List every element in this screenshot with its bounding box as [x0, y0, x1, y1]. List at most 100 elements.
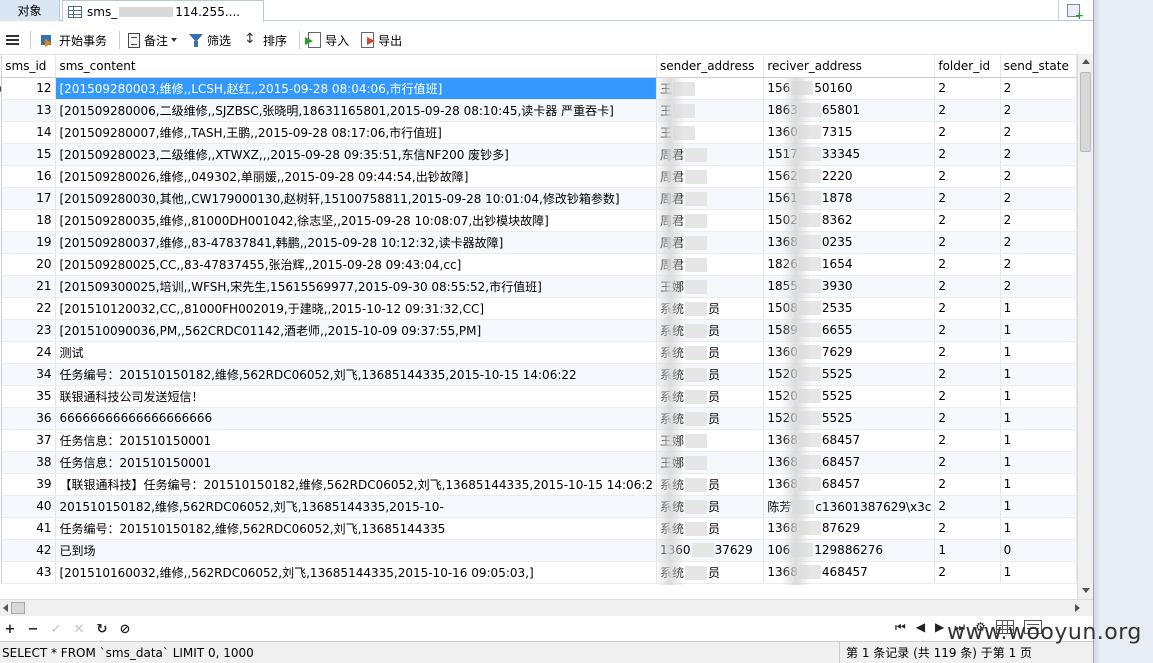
cell-send-state[interactable]: 2 — [1000, 253, 1077, 276]
cell-send-state[interactable]: 2 — [1000, 121, 1077, 144]
cell-sender-address[interactable]: 周君 — [656, 253, 765, 276]
column-header[interactable]: sms_content — [55, 55, 658, 78]
table-row[interactable]: 43 [201510160032,维修,,562RDC06052,刘飞,13685… — [0, 561, 1077, 584]
cell-sms-content[interactable]: [201509280025,CC,,83-47837455,张治辉,,2015-… — [55, 253, 658, 276]
cell-folder-id[interactable]: 2 — [934, 253, 1001, 276]
table-row[interactable]: 36 66666666666666666666 系统 员 1520 5525 2 1 — [0, 407, 1077, 430]
horizontal-scrollbar[interactable] — [0, 599, 1093, 616]
cell-send-state[interactable]: 2 — [1000, 231, 1077, 254]
row-indicator[interactable] — [0, 143, 3, 166]
cell-reciver-address[interactable]: 1360 7629 — [763, 341, 936, 364]
cell-sms-id[interactable]: 42 — [1, 539, 57, 562]
row-indicator[interactable] — [0, 385, 3, 408]
column-header[interactable]: folder_id — [934, 55, 1001, 78]
table-row[interactable]: 42 已到场 1360 37629 106 129886276 1 0 — [0, 539, 1077, 562]
table-row[interactable]: 20 [201509280025,CC,,83-47837455,张治辉,,201… — [0, 253, 1077, 276]
apply-changes-icon[interactable]: ✓ — [49, 623, 63, 636]
cell-sms-id[interactable]: 17 — [1, 187, 57, 210]
cell-folder-id[interactable]: 2 — [934, 495, 1001, 518]
cell-reciver-address[interactable]: 1589 6655 — [763, 319, 936, 342]
cell-reciver-address[interactable]: 1826 1654 — [763, 253, 936, 276]
cell-send-state[interactable]: 1 — [1000, 341, 1077, 364]
cell-sms-content[interactable]: 任务编号：201510150182,维修,562RDC06052,刘飞,1368… — [55, 363, 658, 386]
cell-sender-address[interactable]: 王 — [656, 99, 765, 122]
cell-folder-id[interactable]: 2 — [934, 517, 1001, 540]
cell-sender-address[interactable]: 系统 员 — [656, 297, 765, 320]
table-row[interactable]: 34 任务编号：201510150182,维修,562RDC06052,刘飞,13… — [0, 363, 1077, 386]
cell-folder-id[interactable]: 2 — [934, 209, 1001, 232]
row-indicator[interactable] — [0, 495, 3, 518]
cell-send-state[interactable]: 1 — [1000, 363, 1077, 386]
cell-reciver-address[interactable]: 1855 3930 — [763, 275, 936, 298]
row-indicator[interactable] — [0, 297, 3, 320]
cell-sms-content[interactable]: [201510090036,PM,,562CRDC01142,酒老师,,2015… — [55, 319, 658, 342]
cell-sms-id[interactable]: 23 — [1, 319, 57, 342]
cell-sms-content[interactable]: 任务信息：201510150001 — [55, 451, 658, 474]
cell-reciver-address[interactable]: 1502 8362 — [763, 209, 936, 232]
row-indicator[interactable] — [0, 517, 3, 540]
cell-sms-content[interactable]: [201509300025,培训,,WFSH,宋先生,15615569977,2… — [55, 275, 658, 298]
cell-send-state[interactable]: 1 — [1000, 319, 1077, 342]
vertical-scrollbar[interactable] — [1077, 54, 1093, 599]
cell-sms-id[interactable]: 22 — [1, 297, 57, 320]
table-row[interactable]: 22 [201510120032,CC,,81000FH002019,于建晓,,2… — [0, 297, 1077, 320]
cell-sms-id[interactable]: 37 — [1, 429, 57, 452]
cell-sms-id[interactable]: 35 — [1, 385, 57, 408]
cell-folder-id[interactable]: 2 — [934, 341, 1001, 364]
cell-send-state[interactable]: 2 — [1000, 77, 1077, 100]
table-row[interactable]: 15 [201509280023,二级维修,,XTWXZ,,,2015-09-28… — [0, 143, 1077, 166]
menu-icon[interactable] — [0, 35, 26, 45]
cell-send-state[interactable]: 2 — [1000, 165, 1077, 188]
cell-send-state[interactable]: 1 — [1000, 473, 1077, 496]
cell-folder-id[interactable]: 2 — [934, 451, 1001, 474]
new-tab-button[interactable] — [1058, 0, 1088, 22]
row-indicator[interactable] — [0, 451, 3, 474]
cell-sender-address[interactable]: 系统 员 — [656, 319, 765, 342]
filter-button[interactable]: 筛选 — [185, 29, 235, 51]
table-row[interactable]: 24 测试 系统 员 1360 7629 2 1 — [0, 341, 1077, 364]
table-row[interactable]: 21 [201509300025,培训,,WFSH,宋先生,15615569977… — [0, 275, 1077, 298]
cell-sms-id[interactable]: 18 — [1, 209, 57, 232]
begin-transaction-button[interactable]: 开始事务 — [35, 29, 111, 51]
cell-sms-content[interactable]: 66666666666666666666 — [55, 407, 658, 430]
cell-folder-id[interactable]: 2 — [934, 143, 1001, 166]
cell-sender-address[interactable]: 王娜 — [656, 275, 765, 298]
cell-reciver-address[interactable]: 1368 68457 — [763, 451, 936, 474]
cell-sms-id[interactable]: 15 — [1, 143, 57, 166]
cell-sms-content[interactable]: 【联银通科技】任务编号：201510150182,维修,562RDC06052,… — [55, 473, 658, 496]
cell-sms-content[interactable]: 已到场 — [55, 539, 658, 562]
cell-sms-content[interactable]: [201509280023,二级维修,,XTWXZ,,,2015-09-28 0… — [55, 143, 658, 166]
memo-button[interactable]: 备注 — [124, 29, 181, 51]
first-page-icon[interactable]: ⏮ — [895, 621, 906, 633]
cell-sms-content[interactable]: [201510160032,维修,,562RDC06052,刘飞,1368514… — [55, 561, 658, 584]
cell-sender-address[interactable]: 王 — [656, 77, 765, 100]
cell-folder-id[interactable]: 2 — [934, 231, 1001, 254]
cell-reciver-address[interactable]: 1863 65801 — [763, 99, 936, 122]
cell-sms-content[interactable]: [201509280026,维修,,049302,单丽媛,,2015-09-28… — [55, 165, 658, 188]
cell-sms-content[interactable]: [201509280037,维修,,83-47837841,韩鹏,,2015-0… — [55, 231, 658, 254]
cell-folder-id[interactable]: 2 — [934, 561, 1001, 584]
cell-sms-id[interactable]: 39 — [1, 473, 57, 496]
cell-sms-id[interactable]: 43 — [1, 561, 57, 584]
cell-folder-id[interactable]: 2 — [934, 473, 1001, 496]
cell-folder-id[interactable]: 2 — [934, 429, 1001, 452]
cell-reciver-address[interactable]: 1520 5525 — [763, 363, 936, 386]
tab-objects[interactable]: 对象 — [0, 0, 60, 21]
tab-sms-data[interactable]: sms_ 114.255.... — [62, 0, 264, 22]
table-row[interactable]: 14 [201509280007,维修,,TASH,王鹏,,2015-09-28 … — [0, 121, 1077, 144]
prev-page-icon[interactable]: ◀ — [916, 621, 925, 633]
row-indicator[interactable] — [0, 539, 3, 562]
table-row[interactable]: 17 [201509280030,其他,,CW179000130,赵树轩,1510… — [0, 187, 1077, 210]
row-indicator[interactable] — [0, 99, 3, 122]
cell-sender-address[interactable]: 系统 员 — [656, 341, 765, 364]
cell-folder-id[interactable]: 2 — [934, 319, 1001, 342]
column-header[interactable]: send_state — [1000, 55, 1077, 78]
cell-send-state[interactable]: 1 — [1000, 429, 1077, 452]
cell-send-state[interactable]: 1 — [1000, 385, 1077, 408]
discard-changes-icon[interactable]: ✕ — [72, 623, 86, 636]
cell-sms-id[interactable]: 13 — [1, 99, 57, 122]
cell-folder-id[interactable]: 2 — [934, 407, 1001, 430]
cell-sms-content[interactable]: [201509280035,维修,,81000DH001042,徐志坚,,201… — [55, 209, 658, 232]
cell-sms-id[interactable]: 38 — [1, 451, 57, 474]
table-row[interactable]: 41 任务编号：201510150182,维修,562RDC06052,刘飞,13… — [0, 517, 1077, 540]
